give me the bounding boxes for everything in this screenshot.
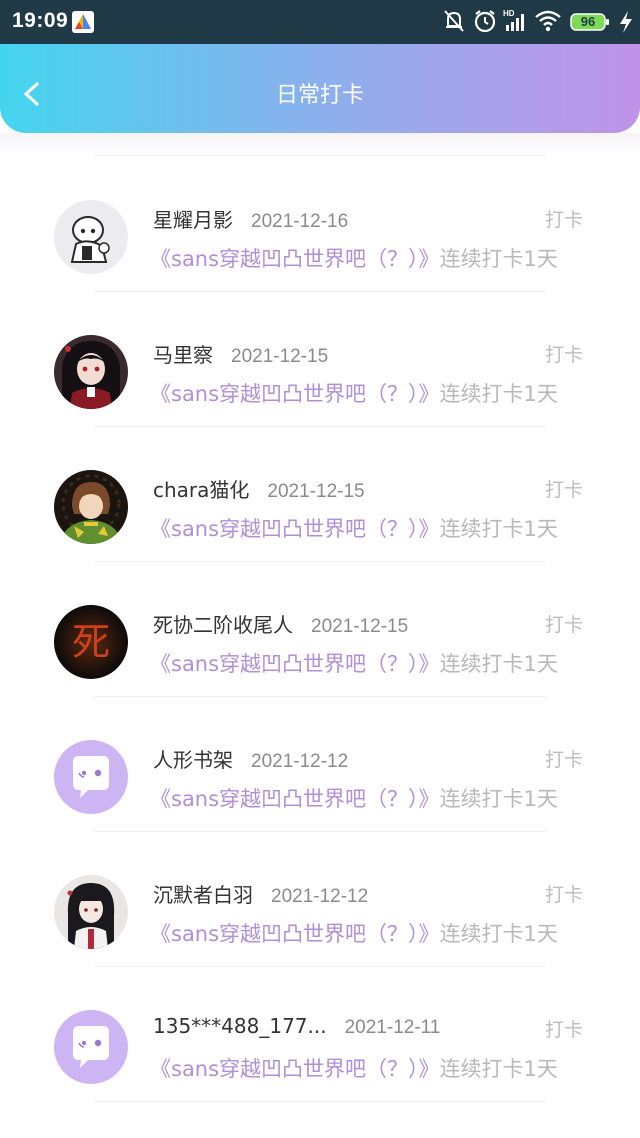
cellular-signal-icon: HD: [503, 9, 524, 31]
battery-icon: 96: [570, 12, 610, 32]
topic-title[interactable]: 《sans穿越凹凸世界吧（？）》: [150, 922, 440, 946]
user-name-text: 死协二阶收尾人: [153, 613, 293, 637]
checkin-detail: 《sans穿越凹凸世界吧（？）》连续打卡1天: [150, 513, 558, 543]
page-title: 日常打卡: [275, 83, 364, 108]
checkin-date: 2021-12-12: [251, 751, 349, 772]
list-item[interactable]: 星耀月影 2021-12-16 打卡 《sans穿越凹凸世界吧（？）》连续打卡1天: [0, 157, 640, 292]
checkin-action-label: 打卡: [544, 749, 583, 771]
checkin-detail: 《sans穿越凹凸世界吧（？）》连续打卡1天: [150, 648, 558, 678]
user-name: 沉默者白羽 2021-12-12: [153, 879, 368, 908]
user-name-text: 星耀月影: [153, 208, 233, 232]
avatar[interactable]: [54, 875, 128, 949]
checkin-detail: 《sans穿越凹凸世界吧（？）》连续打卡1天: [150, 243, 558, 273]
topic-title[interactable]: 《sans穿越凹凸世界吧（？）》: [150, 1057, 440, 1081]
list-item[interactable]: 135***488_177... 2021-12-11 打卡 《sans穿越凹凸世…: [0, 967, 640, 1102]
battery-level: 96: [580, 14, 596, 29]
list-item[interactable]: 马里察 2021-12-15 打卡 《sans穿越凹凸世界吧（？）》连续打卡1天: [0, 292, 640, 427]
user-name-text: 沉默者白羽: [153, 883, 253, 907]
checkin-date: 2021-12-15: [231, 346, 329, 367]
topic-title[interactable]: 《sans穿越凹凸世界吧（？）》: [150, 247, 440, 271]
user-name: chara猫化 2021-12-15: [153, 474, 365, 503]
user-name-text: 马里察: [153, 343, 213, 367]
divider: [94, 155, 546, 156]
checkin-date: 2021-12-15: [267, 481, 365, 502]
user-name: 135***488_177... 2021-12-11: [153, 1014, 440, 1039]
chevron-left-icon: [24, 82, 39, 106]
header-shadow: [0, 133, 640, 155]
checkin-date: 2021-12-16: [251, 211, 349, 232]
checkin-action-label: 打卡: [544, 479, 583, 501]
app-header: 日常打卡: [0, 44, 640, 133]
list-item[interactable]: 死 死协二阶收尾人 2021-12-15 打卡 《sans穿越凹凸世界吧（？）》连…: [0, 562, 640, 697]
streak-text: 连续打卡1天: [439, 382, 558, 406]
checkin-action-label: 打卡: [544, 209, 583, 231]
checkin-action-label: 打卡: [544, 614, 583, 636]
list-item[interactable]: 沉默者白羽 2021-12-12 打卡 《sans穿越凹凸世界吧（？）》连续打卡1…: [0, 832, 640, 967]
user-name-text: 135***488_177...: [153, 1014, 327, 1038]
avatar[interactable]: [54, 470, 128, 544]
topic-title[interactable]: 《sans穿越凹凸世界吧（？）》: [150, 787, 440, 811]
streak-text: 连续打卡1天: [439, 922, 558, 946]
checkin-detail: 《sans穿越凹凸世界吧（？）》连续打卡1天: [150, 918, 558, 948]
topic-title[interactable]: 《sans穿越凹凸世界吧（？）》: [150, 652, 440, 676]
avatar[interactable]: [54, 200, 128, 274]
streak-text: 连续打卡1天: [439, 787, 558, 811]
divider: [94, 1101, 546, 1102]
avatar[interactable]: [54, 740, 128, 814]
streak-text: 连续打卡1天: [439, 652, 558, 676]
checkin-list: 星耀月影 2021-12-16 打卡 《sans穿越凹凸世界吧（？）》连续打卡1天…: [0, 157, 640, 1102]
list-item[interactable]: chara猫化 2021-12-15 打卡 《sans穿越凹凸世界吧（？）》连续打…: [0, 427, 640, 562]
checkin-detail: 《sans穿越凹凸世界吧（？）》连续打卡1天: [150, 783, 558, 813]
topic-title[interactable]: 《sans穿越凹凸世界吧（？）》: [150, 517, 440, 541]
topic-title[interactable]: 《sans穿越凹凸世界吧（？）》: [150, 382, 440, 406]
checkin-detail: 《sans穿越凹凸世界吧（？）》连续打卡1天: [150, 378, 558, 408]
checkin-date: 2021-12-11: [344, 1017, 441, 1038]
checkin-action-label: 打卡: [544, 1019, 583, 1041]
avatar[interactable]: 死: [54, 605, 128, 679]
streak-text: 连续打卡1天: [439, 517, 558, 541]
alarm-clock-icon: [474, 10, 496, 33]
back-button[interactable]: [12, 74, 52, 114]
checkin-date: 2021-12-12: [271, 886, 369, 907]
user-name: 人形书架 2021-12-12: [153, 744, 348, 773]
default-avatar-icon: [54, 1010, 128, 1084]
streak-text: 连续打卡1天: [439, 247, 558, 271]
user-name: 星耀月影 2021-12-16: [153, 204, 348, 233]
user-name-text: 人形书架: [153, 748, 233, 772]
status-bar: 19:09 HD 96: [0, 0, 640, 44]
app-notification-icon: [72, 11, 94, 33]
checkin-detail: 《sans穿越凹凸世界吧（？）》连续打卡1天: [150, 1053, 558, 1083]
avatar[interactable]: [54, 335, 128, 409]
status-time: 19:09: [12, 9, 69, 32]
checkin-action-label: 打卡: [544, 344, 583, 366]
default-avatar-icon: [54, 740, 128, 814]
wifi-icon: [535, 10, 561, 32]
charging-bolt-icon: [620, 11, 632, 33]
list-item[interactable]: 人形书架 2021-12-12 打卡 《sans穿越凹凸世界吧（？）》连续打卡1天: [0, 697, 640, 832]
checkin-action-label: 打卡: [544, 884, 583, 906]
svg-text:HD: HD: [503, 9, 515, 18]
user-name: 马里察 2021-12-15: [153, 339, 328, 368]
avatar-glyph: 死: [72, 620, 110, 664]
user-name-text: chara猫化: [153, 478, 250, 502]
user-name: 死协二阶收尾人 2021-12-15: [153, 609, 408, 638]
checkin-date: 2021-12-15: [311, 616, 409, 637]
avatar[interactable]: [54, 1010, 128, 1084]
streak-text: 连续打卡1天: [439, 1057, 558, 1081]
mute-bell-icon: [444, 10, 464, 32]
